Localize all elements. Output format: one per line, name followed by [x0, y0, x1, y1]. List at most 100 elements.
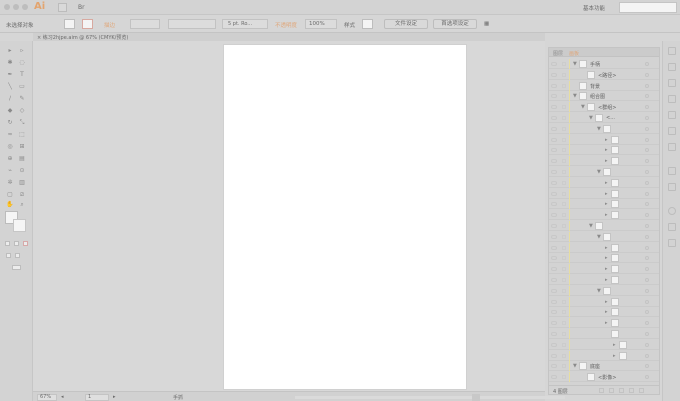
screen-mode-icon[interactable] [12, 265, 21, 270]
color-panel-icon[interactable] [668, 47, 676, 55]
lock-toggle-icon[interactable] [562, 170, 566, 174]
layer-row[interactable]: ▸ [549, 210, 659, 221]
stroke-label[interactable]: 描边 [104, 21, 115, 29]
eyedropper-icon[interactable]: ⌁ [6, 167, 14, 174]
brush-definition-field[interactable]: 5 pt. Ro... [222, 19, 268, 29]
target-circle-icon[interactable] [645, 332, 649, 336]
stroke-weight-field[interactable] [130, 19, 160, 29]
stroke-color-icon[interactable] [13, 219, 26, 232]
layer-row[interactable]: <路径> [549, 69, 659, 80]
expand-toggle-icon[interactable]: ▸ [605, 158, 608, 164]
lock-toggle-icon[interactable] [562, 72, 566, 77]
lock-toggle-icon[interactable] [562, 62, 566, 66]
target-circle-icon[interactable] [645, 94, 649, 99]
transparency-panel-icon[interactable] [668, 143, 676, 151]
expand-toggle-icon[interactable]: ▸ [605, 320, 608, 326]
layer-name[interactable]: 背景 [590, 83, 600, 90]
visibility-eye-icon[interactable] [551, 353, 557, 358]
lock-toggle-icon[interactable] [562, 83, 566, 88]
lock-toggle-icon[interactable] [562, 342, 566, 347]
visibility-eye-icon[interactable] [551, 332, 557, 336]
expand-toggle-icon[interactable]: ▸ [605, 201, 608, 207]
expand-toggle-icon[interactable]: ▸ [605, 147, 608, 153]
layer-row[interactable]: ▼ 底座 [549, 361, 659, 372]
visibility-eye-icon[interactable] [551, 375, 557, 380]
layer-name[interactable]: <... [606, 115, 615, 121]
visibility-eye-icon[interactable] [551, 137, 557, 142]
expand-toggle-icon[interactable]: ▸ [605, 245, 608, 251]
expand-toggle-icon[interactable]: ▼ [573, 61, 577, 67]
opacity-field[interactable]: 100% [305, 19, 337, 29]
lasso-icon[interactable]: ◌ [18, 59, 26, 66]
expand-toggle-icon[interactable]: ▸ [605, 309, 608, 315]
lock-toggle-icon[interactable] [562, 213, 566, 218]
expand-toggle-icon[interactable]: ▼ [597, 288, 601, 294]
lock-toggle-icon[interactable] [562, 159, 566, 164]
expand-toggle-icon[interactable]: ▼ [573, 363, 577, 369]
align-panel-icon[interactable] [668, 223, 676, 231]
lock-toggle-icon[interactable] [562, 116, 566, 120]
layer-row[interactable]: ▸ [549, 264, 659, 275]
lock-toggle-icon[interactable] [562, 148, 566, 153]
layer-name[interactable]: 组合图 [590, 93, 605, 100]
expand-toggle-icon[interactable]: ▼ [589, 115, 593, 121]
gradient-panel-icon[interactable] [668, 127, 676, 135]
target-circle-icon[interactable] [645, 353, 649, 358]
layer-row[interactable]: ▼ [549, 167, 659, 177]
expand-toggle-icon[interactable]: ▸ [613, 342, 616, 348]
none-mode-icon[interactable] [23, 241, 28, 246]
bridge-icon[interactable] [58, 3, 67, 12]
lock-toggle-icon[interactable] [562, 191, 566, 196]
visibility-eye-icon[interactable] [551, 159, 557, 164]
target-circle-icon[interactable] [645, 278, 649, 282]
symbol-sprayer-icon[interactable]: ✲ [6, 179, 14, 186]
artboard-tool-icon[interactable]: ▢ [6, 191, 14, 198]
hand-tool-icon[interactable]: ✋ [6, 201, 14, 208]
visibility-eye-icon[interactable] [551, 72, 557, 77]
expand-toggle-icon[interactable]: ▸ [605, 266, 608, 272]
scale-tool-icon[interactable]: ⤡ [18, 119, 26, 126]
target-circle-icon[interactable] [645, 310, 649, 315]
expand-toggle-icon[interactable]: ▼ [581, 104, 585, 110]
lock-toggle-icon[interactable] [562, 288, 566, 293]
target-circle-icon[interactable] [645, 116, 649, 120]
slice-tool-icon[interactable]: ⧄ [18, 191, 26, 198]
fill-swatch[interactable] [64, 19, 75, 29]
target-circle-icon[interactable] [645, 342, 649, 347]
layer-name[interactable]: 底座 [590, 363, 600, 370]
target-circle-icon[interactable] [645, 375, 649, 380]
gradient-tool-icon[interactable]: ▤ [18, 155, 26, 162]
visibility-eye-icon[interactable] [551, 116, 557, 120]
zoom-window-icon[interactable] [22, 4, 28, 10]
layer-row[interactable] [549, 329, 659, 339]
expand-toggle-icon[interactable]: ▸ [605, 299, 608, 305]
lock-toggle-icon[interactable] [562, 245, 566, 250]
visibility-eye-icon[interactable] [551, 288, 557, 293]
expand-toggle-icon[interactable]: ▸ [605, 277, 608, 283]
lock-toggle-icon[interactable] [562, 321, 566, 326]
layer-row[interactable]: <影像> [549, 372, 659, 383]
expand-toggle-icon[interactable]: ▼ [597, 234, 601, 240]
width-tool-icon[interactable]: ≈ [6, 131, 14, 138]
horizontal-scrollbar[interactable] [295, 396, 565, 399]
document-setup-button[interactable]: 文件设定 [384, 19, 428, 29]
visibility-eye-icon[interactable] [551, 310, 557, 315]
new-layer-icon[interactable] [629, 388, 634, 393]
locate-object-icon[interactable] [599, 388, 604, 393]
visibility-eye-icon[interactable] [551, 62, 557, 66]
visibility-eye-icon[interactable] [551, 148, 557, 153]
preferences-button[interactable]: 首选项设定 [433, 19, 477, 29]
layer-row[interactable]: ▼ <... [549, 113, 659, 123]
visibility-eye-icon[interactable] [551, 245, 557, 250]
graphic-styles-panel-icon[interactable] [668, 183, 676, 191]
lock-toggle-icon[interactable] [562, 310, 566, 315]
document-tab[interactable]: × 练习2hjpe.aim @ 67% (CMYK/预览) [37, 34, 128, 41]
blob-brush-icon[interactable]: ◆ [6, 107, 14, 114]
magic-wand-icon[interactable]: ✱ [6, 59, 14, 66]
visibility-eye-icon[interactable] [551, 278, 557, 282]
lock-toggle-icon[interactable] [562, 180, 566, 185]
visibility-eye-icon[interactable] [551, 267, 557, 272]
appearance-panel-icon[interactable] [668, 167, 676, 175]
layers-panel-icon[interactable] [668, 239, 676, 247]
new-sublayer-icon[interactable] [619, 388, 624, 393]
